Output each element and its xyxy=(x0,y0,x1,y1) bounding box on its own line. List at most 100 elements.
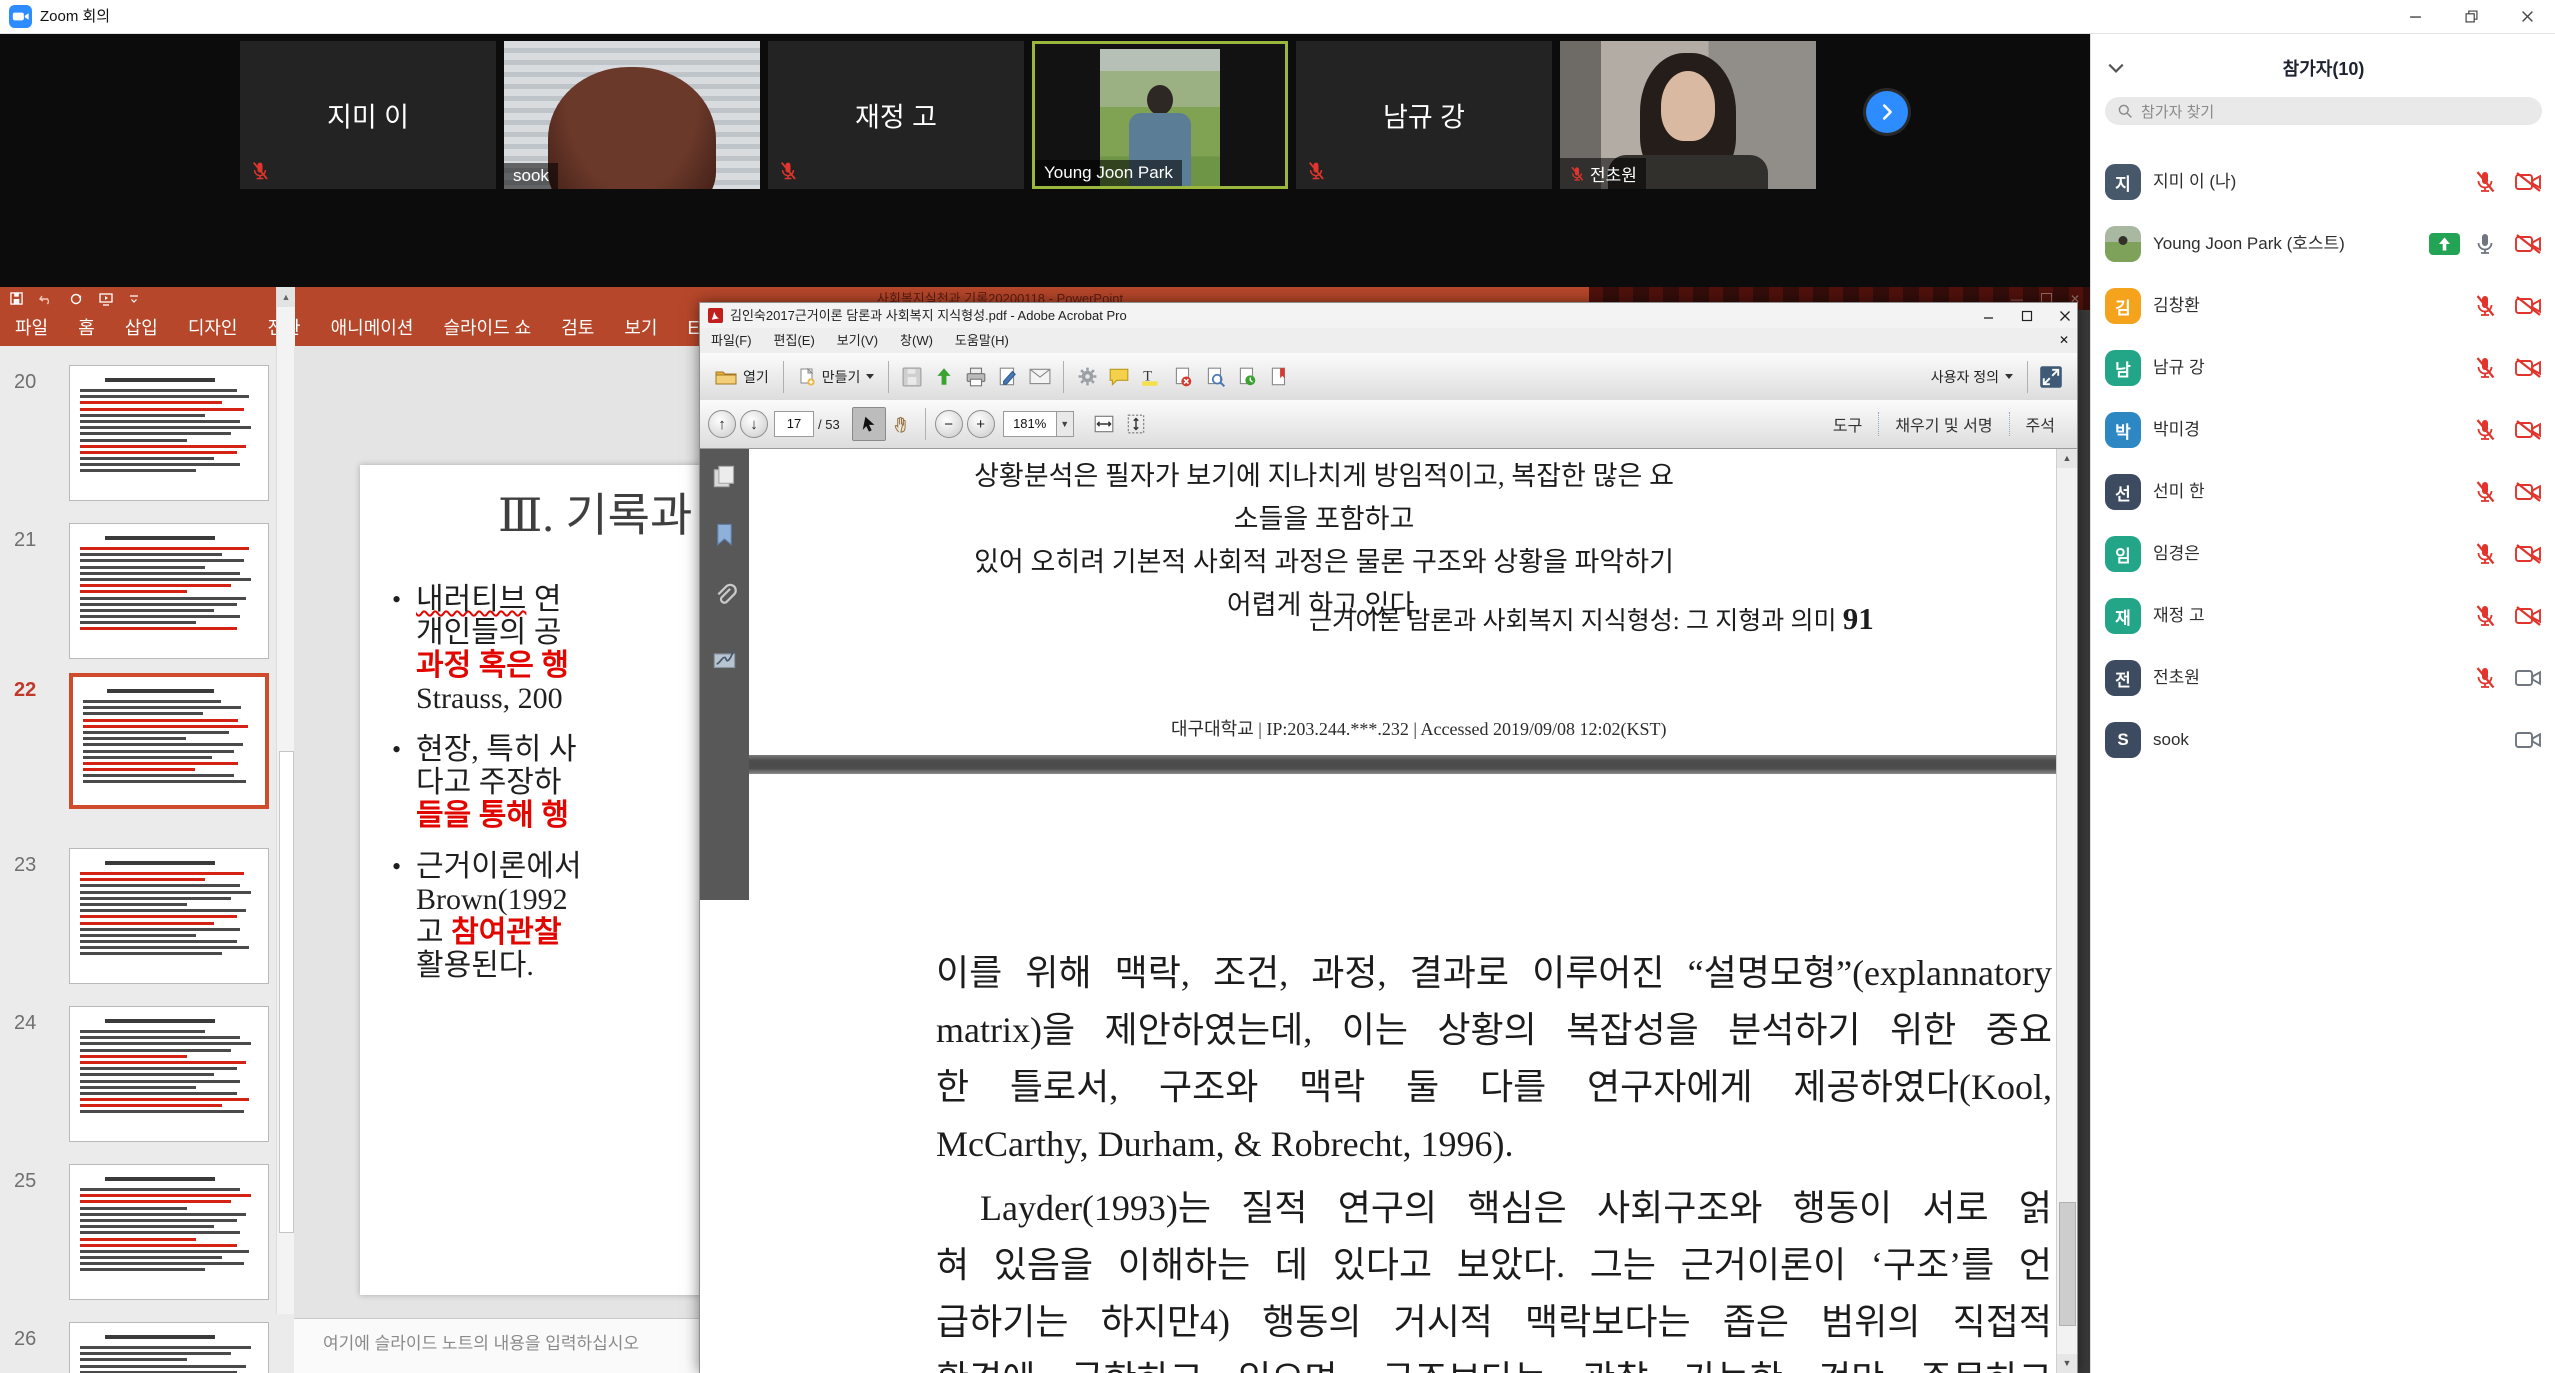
bookmark-document-icon[interactable] xyxy=(1263,361,1295,393)
scroll-up-icon[interactable]: ▲ xyxy=(277,287,295,307)
participant-row[interactable]: 임임경은 xyxy=(2091,523,2555,585)
qat-customize-icon[interactable] xyxy=(129,295,139,303)
page-thumbnails-icon[interactable] xyxy=(711,463,738,490)
tools-panel-button[interactable]: 채우기 및 서명 xyxy=(1878,412,2008,436)
video-tile[interactable]: sook xyxy=(504,41,760,189)
next-page-button[interactable]: ↓ xyxy=(740,410,768,438)
acrobat-window: 김인숙2017근거이론 담론과 사회복지 지식형성.pdf - Adobe Ac… xyxy=(699,302,2078,1373)
acrobat-minimize-icon[interactable] xyxy=(1983,310,1995,322)
participant-row[interactable]: 지지미 이 (나) xyxy=(2091,151,2555,213)
zoom-out-button[interactable]: − xyxy=(935,410,963,438)
slide-text: 과정 혹은 행 xyxy=(416,649,569,682)
notes-pane[interactable]: 여기에 슬라이드 노트의 내용을 입력하십시오 xyxy=(294,1318,699,1373)
zoom-in-button[interactable]: + xyxy=(967,410,995,438)
open-button[interactable]: 열기 xyxy=(708,363,776,391)
attachments-icon[interactable] xyxy=(711,581,738,608)
acrobat-toolbar-main: 열기 만들기 T 사용자 정의 xyxy=(700,353,2077,401)
customize-button[interactable]: 사용자 정의 xyxy=(1924,363,2020,391)
scroll-up-icon[interactable]: ▲ xyxy=(2057,449,2077,468)
slide-thumbnail[interactable] xyxy=(69,673,269,809)
zoom-dropdown-icon[interactable]: ▼ xyxy=(1057,411,1074,437)
menu-item[interactable]: 파일(F) xyxy=(700,328,763,353)
ribbon-tab[interactable]: 애니메이션 xyxy=(316,310,429,346)
acrobat-maximize-icon[interactable] xyxy=(2021,310,2033,322)
email-icon[interactable] xyxy=(1024,361,1056,393)
slide-text-line: 들을 통해 행 xyxy=(416,799,699,832)
participant-row[interactable]: Young Joon Park (호스트) xyxy=(2091,213,2555,275)
acrobat-close-icon[interactable] xyxy=(2059,310,2071,322)
fit-page-button[interactable] xyxy=(1120,408,1152,440)
thumbnail-scrollbar[interactable]: ▲ xyxy=(276,287,295,1314)
slide-thumbnail[interactable] xyxy=(69,523,269,659)
participant-row[interactable]: Ssook xyxy=(2091,709,2555,771)
minimize-icon[interactable] xyxy=(2387,0,2443,33)
search-document-icon[interactable] xyxy=(1199,361,1231,393)
scroll-down-icon[interactable]: ▼ xyxy=(2057,1354,2077,1373)
slideshow-icon[interactable] xyxy=(99,292,113,306)
slide-thumbnail[interactable] xyxy=(69,1322,269,1373)
tools-panel-button[interactable]: 도구 xyxy=(1817,412,1878,436)
upload-cloud-icon[interactable] xyxy=(928,361,960,393)
undo-icon[interactable] xyxy=(39,292,53,306)
toolbar-close-icon[interactable]: ✕ xyxy=(2059,328,2069,353)
gear-icon[interactable] xyxy=(1071,361,1103,393)
current-slide[interactable]: Ⅲ. 기록과 •내러티브 연개인들의 공과정 혹은 행Strauss, 200•… xyxy=(360,465,699,1295)
expand-toolbar-icon[interactable] xyxy=(2035,361,2067,393)
video-tile[interactable]: 재정 고 xyxy=(768,41,1024,189)
save-icon[interactable] xyxy=(10,292,23,305)
slide-thumbnail[interactable] xyxy=(69,1164,269,1300)
bookmarks-icon[interactable] xyxy=(711,521,738,548)
menu-item[interactable]: 창(W) xyxy=(889,328,944,353)
sign-document-icon[interactable] xyxy=(992,361,1024,393)
participant-row[interactable]: 김김창환 xyxy=(2091,275,2555,337)
video-tile[interactable]: Young Joon Park xyxy=(1032,41,1288,189)
search-participants-input[interactable]: 참가자 찾기 xyxy=(2105,97,2542,125)
ribbon-tab[interactable]: 디자인 xyxy=(173,310,253,346)
ribbon-tab[interactable]: 홈 xyxy=(63,310,110,346)
participant-row[interactable]: 남남규 강 xyxy=(2091,337,2555,399)
restore-icon[interactable] xyxy=(2443,0,2499,33)
previous-page-button[interactable]: ↑ xyxy=(708,410,736,438)
ribbon-tab[interactable]: 삽입 xyxy=(110,310,173,346)
video-tile[interactable]: 전초원 xyxy=(1560,41,1816,189)
slide-thumbnail[interactable] xyxy=(69,1006,269,1142)
document-history-icon[interactable] xyxy=(1231,361,1263,393)
tools-panel-button[interactable]: 주석 xyxy=(2009,412,2071,436)
participant-row[interactable]: 전전초원 xyxy=(2091,647,2555,709)
thumbnail-scrollbar-thumb[interactable] xyxy=(279,751,294,1233)
acrobat-titlebar: 김인숙2017근거이론 담론과 사회복지 지식형성.pdf - Adobe Ac… xyxy=(700,303,2077,328)
pdf-scrollbar[interactable]: ▲ ▼ xyxy=(2056,449,2077,1373)
participant-row[interactable]: 박박미경 xyxy=(2091,399,2555,461)
create-button[interactable]: 만들기 xyxy=(791,363,882,391)
fit-width-button[interactable] xyxy=(1088,408,1120,440)
signatures-icon[interactable] xyxy=(711,645,738,672)
selection-tool-button[interactable] xyxy=(852,407,886,441)
menu-item[interactable]: 보기(V) xyxy=(826,328,889,353)
highlight-text-icon[interactable]: T xyxy=(1135,361,1167,393)
slide-thumbnail[interactable] xyxy=(69,848,269,984)
video-tile[interactable]: 남규 강 xyxy=(1296,41,1552,189)
page-number-input[interactable]: 17 xyxy=(774,411,814,437)
participant-row[interactable]: 재재정 고 xyxy=(2091,585,2555,647)
close-icon[interactable] xyxy=(2499,0,2555,33)
delete-pages-icon[interactable] xyxy=(1167,361,1199,393)
comment-bubble-icon[interactable] xyxy=(1103,361,1135,393)
ribbon-tab[interactable]: 검토 xyxy=(546,310,609,346)
hand-tool-button[interactable] xyxy=(886,408,918,440)
video-tile[interactable]: 지미 이 xyxy=(240,41,496,189)
print-icon[interactable] xyxy=(960,361,992,393)
next-participants-button[interactable] xyxy=(1866,91,1908,133)
pdf-scrollbar-thumb[interactable] xyxy=(2059,1202,2076,1326)
menu-item[interactable]: 편집(E) xyxy=(763,328,826,353)
redo-icon[interactable] xyxy=(69,292,83,306)
slide-thumbnail[interactable] xyxy=(69,365,269,501)
participants-title: 참가자(10) xyxy=(2091,55,2555,81)
ribbon-tab[interactable]: 보기 xyxy=(609,310,672,346)
ribbon-tab[interactable]: 슬라이드 쇼 xyxy=(428,310,546,346)
ribbon-tab[interactable]: 파일 xyxy=(0,310,63,346)
save-file-icon[interactable] xyxy=(896,361,928,393)
participant-row[interactable]: 선선미 한 xyxy=(2091,461,2555,523)
zoom-level-input[interactable]: 181% xyxy=(1003,411,1057,437)
ribbon-tab[interactable]: Easy Document xyxy=(673,310,700,346)
menu-item[interactable]: 도움말(H) xyxy=(944,328,1020,353)
